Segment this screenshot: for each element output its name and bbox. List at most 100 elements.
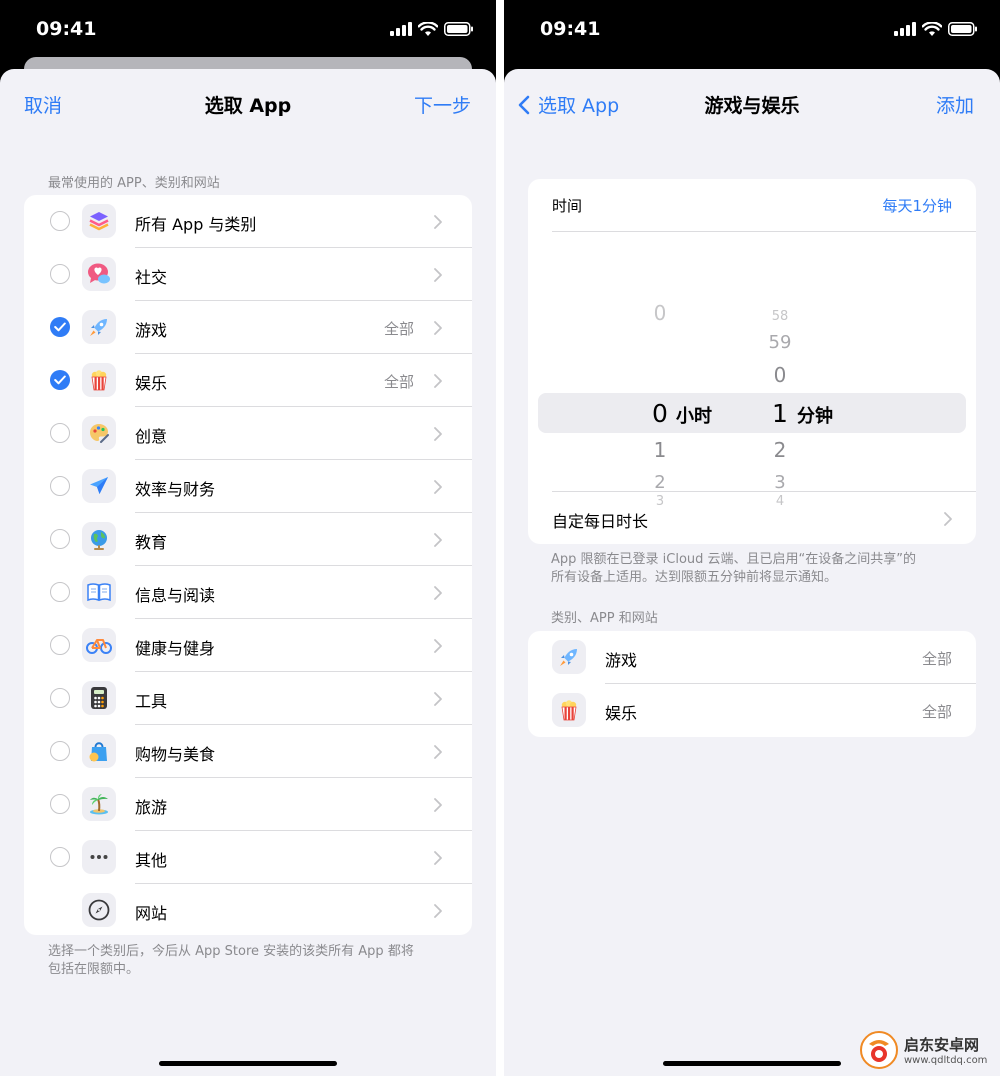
category-row[interactable]: 购物与美食 xyxy=(24,725,472,778)
duration-picker[interactable]: 0 0 小时 1 2 3 58 59 0 1 分钟 2 3 4 xyxy=(528,232,976,506)
category-row[interactable]: 娱乐 全部 xyxy=(24,354,472,407)
layers-icon xyxy=(82,204,116,238)
category-label: 所有 App 与类别 xyxy=(135,215,257,234)
wifi-icon xyxy=(418,21,438,36)
checkbox-unchecked[interactable] xyxy=(50,423,70,443)
category-row[interactable]: 创意 xyxy=(24,407,472,460)
status-bar: 09:41 xyxy=(504,0,1000,60)
category-label: 效率与财务 xyxy=(135,480,216,499)
checkbox-unchecked[interactable] xyxy=(50,741,70,761)
checkbox-unchecked[interactable] xyxy=(50,529,70,549)
picker-minute-above-2[interactable]: 58 xyxy=(760,309,800,324)
page-title: 游戏与娱乐 xyxy=(704,95,800,117)
picker-selection-band xyxy=(538,393,966,433)
time-value[interactable]: 每天1分钟 xyxy=(882,195,952,216)
footer-note-line-2: 包括在限额中。 xyxy=(48,962,140,977)
site-watermark: 启东安卓网 www.qdltdq.com xyxy=(860,1028,992,1072)
category-row[interactable]: 网站 xyxy=(24,884,472,935)
checkbox-unchecked[interactable] xyxy=(50,847,70,867)
checkbox-unchecked[interactable] xyxy=(50,794,70,814)
checkbox-unchecked[interactable] xyxy=(50,264,70,284)
status-time: 09:41 xyxy=(36,18,97,40)
palette-icon xyxy=(82,416,116,450)
rocket-icon xyxy=(82,310,116,344)
checkbox-unchecked[interactable] xyxy=(50,211,70,231)
picker-minute-below-1[interactable]: 2 xyxy=(760,438,800,462)
chevron-right-icon xyxy=(434,479,442,498)
shopping-bag-icon xyxy=(82,734,116,768)
chevron-right-icon xyxy=(434,904,442,918)
time-row[interactable]: 时间 每天1分钟 xyxy=(528,179,976,231)
time-label: 时间 xyxy=(552,197,583,215)
category-row[interactable]: 工具 xyxy=(24,672,472,725)
status-icons xyxy=(390,21,474,37)
chevron-right-icon xyxy=(434,745,442,759)
category-row[interactable]: 旅游 xyxy=(24,778,472,831)
picker-minute-above-1[interactable]: 59 xyxy=(760,332,800,353)
category-row[interactable]: 社交 xyxy=(24,248,472,301)
category-row[interactable]: 健康与健身 xyxy=(24,619,472,672)
chevron-right-icon xyxy=(434,480,442,494)
chevron-right-icon xyxy=(434,426,442,445)
picker-hour-above[interactable]: 0 xyxy=(640,301,680,325)
palm-tree-icon xyxy=(82,787,116,821)
paper-plane-icon xyxy=(82,469,116,503)
status-time: 09:41 xyxy=(540,18,601,40)
picker-hour-selected[interactable]: 0 xyxy=(640,399,680,428)
cellular-signal-icon xyxy=(390,22,412,36)
category-label: 工具 xyxy=(135,692,168,711)
chevron-right-icon xyxy=(434,797,442,816)
footer-note-line-1: 选择一个类别后，今后从 App Store 安装的该类所有 App 都将 xyxy=(48,944,414,959)
picker-hour-below-1[interactable]: 1 xyxy=(640,438,680,462)
chevron-right-icon xyxy=(434,585,442,604)
select-app-sheet: 取消 选取 App 下一步 最常使用的 APP、类别和网站 所有 App 与类别… xyxy=(0,69,496,1076)
checkbox-unchecked[interactable] xyxy=(50,582,70,602)
category-row[interactable]: 信息与阅读 xyxy=(24,566,472,619)
chevron-right-icon xyxy=(434,532,442,551)
category-detail: 全部 xyxy=(383,373,414,391)
selected-category-detail: 全部 xyxy=(921,650,952,668)
custom-daily-duration-label: 自定每日时长 xyxy=(552,512,649,531)
limit-info-note-line-1: App 限额在已登录 iCloud 云端、且已启用“在设备之间共享”的 xyxy=(551,552,917,567)
selected-category-row[interactable]: 游戏 全部 xyxy=(528,631,976,684)
custom-daily-duration-row[interactable]: 自定每日时长 xyxy=(528,492,976,544)
category-label: 教育 xyxy=(135,533,168,552)
section-label: 最常使用的 APP、类别和网站 xyxy=(48,176,220,191)
checkbox-unchecked[interactable] xyxy=(50,635,70,655)
picker-minute-below-2[interactable]: 3 xyxy=(760,472,800,493)
status-icons xyxy=(894,21,978,37)
home-indicator[interactable] xyxy=(663,1061,841,1066)
checkbox-unchecked[interactable] xyxy=(50,688,70,708)
chevron-right-icon xyxy=(434,744,442,763)
nav-bar: 选取 App 游戏与娱乐 添加 xyxy=(504,69,1000,139)
add-button[interactable]: 添加 xyxy=(936,91,974,118)
chevron-right-icon xyxy=(434,321,442,335)
home-indicator[interactable] xyxy=(159,1061,337,1066)
limit-info-note-line-2: 所有设备上适用。达到限额五分钟前将显示通知。 xyxy=(551,570,838,585)
chevron-right-icon xyxy=(434,903,442,922)
chevron-right-icon xyxy=(434,692,442,706)
watermark-logo-icon xyxy=(860,1031,898,1069)
checkbox-checked[interactable] xyxy=(50,317,70,337)
chevron-right-icon xyxy=(944,512,952,526)
category-row[interactable]: 所有 App 与类别 xyxy=(24,195,472,248)
picker-minute-above-0[interactable]: 0 xyxy=(760,363,800,387)
picker-hour-unit: 小时 xyxy=(676,406,712,427)
category-label: 旅游 xyxy=(135,798,168,817)
category-row[interactable]: 游戏 全部 xyxy=(24,301,472,354)
next-button[interactable]: 下一步 xyxy=(414,91,471,118)
chevron-right-icon xyxy=(434,851,442,865)
selected-category-row[interactable]: 娱乐 全部 xyxy=(528,684,976,737)
chevron-right-icon xyxy=(434,586,442,600)
category-row[interactable]: 效率与财务 xyxy=(24,460,472,513)
category-row[interactable]: 教育 xyxy=(24,513,472,566)
checkbox-unchecked[interactable] xyxy=(50,476,70,496)
picker-minute-selected[interactable]: 1 xyxy=(760,399,800,428)
chevron-right-icon xyxy=(434,268,442,282)
checkbox-checked[interactable] xyxy=(50,370,70,390)
bicycle-icon xyxy=(82,628,116,662)
category-row[interactable]: 其他 xyxy=(24,831,472,884)
picker-hour-below-2[interactable]: 2 xyxy=(640,472,680,493)
chevron-right-icon xyxy=(434,374,442,388)
category-label: 创意 xyxy=(135,427,168,446)
